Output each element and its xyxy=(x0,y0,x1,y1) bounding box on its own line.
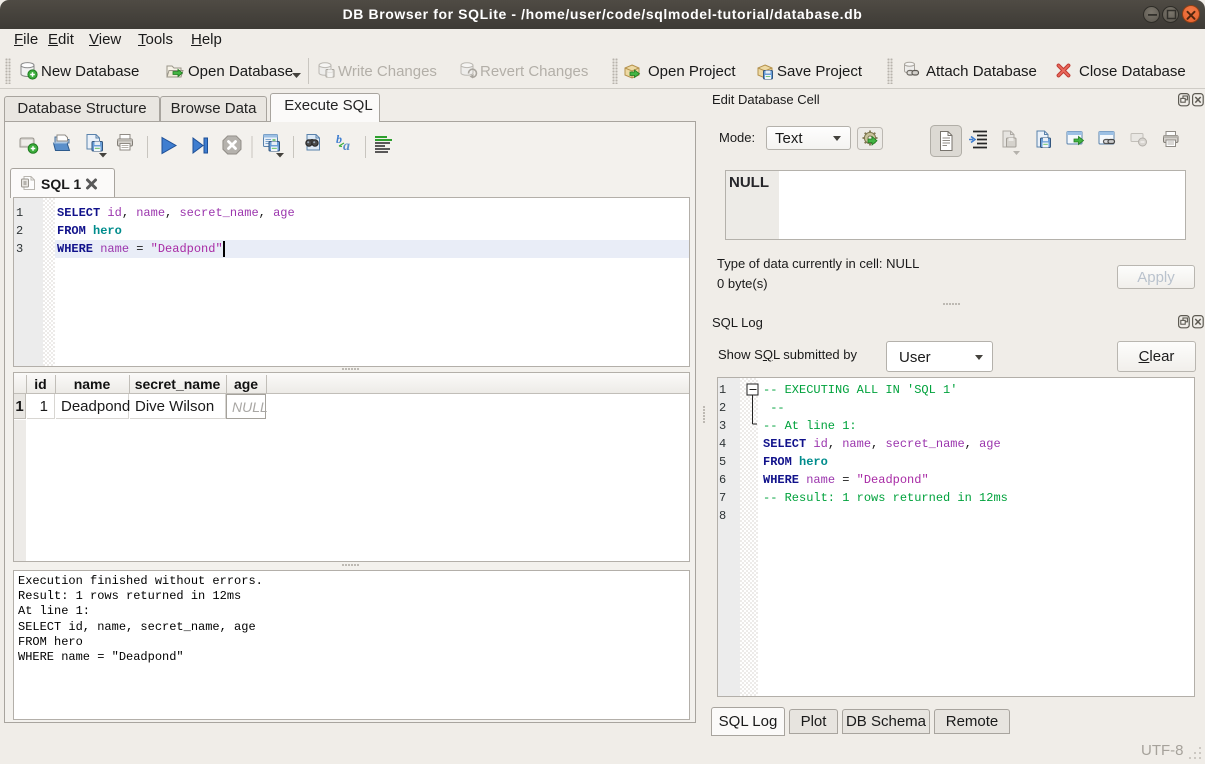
svg-text:a: a xyxy=(343,139,350,154)
svg-text:b: b xyxy=(336,132,342,146)
